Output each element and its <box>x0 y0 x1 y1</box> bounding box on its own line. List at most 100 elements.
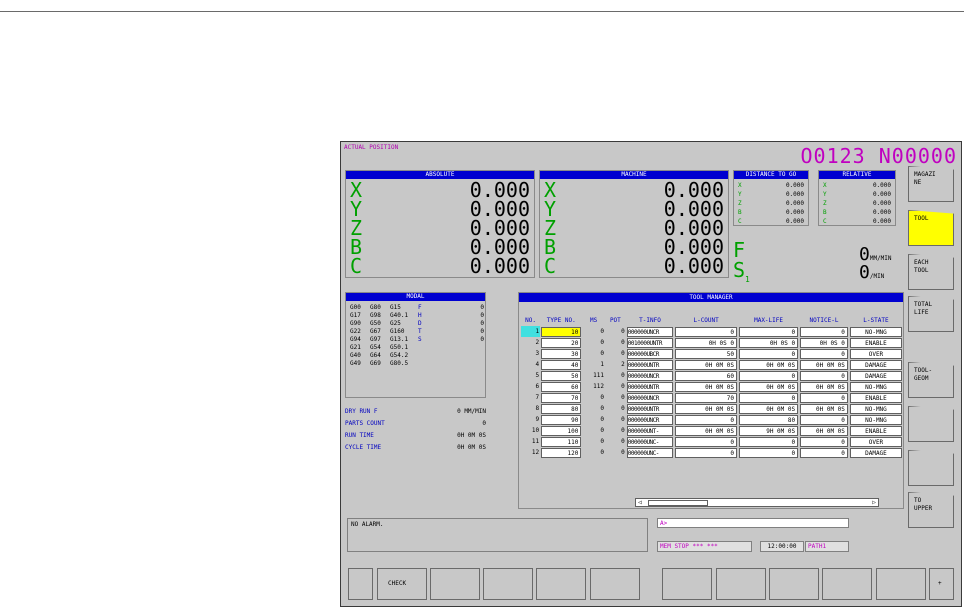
cell-tinfo-field[interactable]: 000000UNC- <box>626 436 674 447</box>
soft-key-check[interactable]: CHECK <box>377 568 427 600</box>
cell-lc-field[interactable]: 0 <box>675 326 737 337</box>
cell-ls-field[interactable]: DAMAGE <box>849 359 902 370</box>
soft-key-blank-8[interactable] <box>769 568 819 600</box>
cell-tinfo-field[interactable]: 000000UNTR <box>626 403 674 414</box>
cell-lc-field[interactable]: 0H 0M 0S <box>675 403 737 414</box>
cell-lc-field[interactable]: 0H 0S 0 <box>675 337 737 348</box>
cell-nl-field[interactable]: 0 <box>800 392 848 403</box>
soft-key-blank-4[interactable] <box>536 568 586 600</box>
soft-key-blank-2[interactable] <box>430 568 480 600</box>
scroll-left-icon[interactable]: ◁ <box>636 499 644 506</box>
cell-ls-field[interactable]: NO-MNG <box>849 326 902 337</box>
cell-nl-field[interactable]: 0 <box>800 436 848 447</box>
cell-tinfo-field[interactable]: 000000UBCR <box>626 348 674 359</box>
cell-nl-field[interactable]: 0 <box>800 370 848 381</box>
cell-ml-field[interactable]: 0 <box>738 326 799 337</box>
soft-key-blank-6[interactable] <box>908 406 954 442</box>
cell-lc-field[interactable]: 0H 0M 0S <box>675 425 737 436</box>
cell-type-field[interactable]: 30 <box>541 348 582 359</box>
cell-ls-field[interactable]: ENABLE <box>849 337 902 348</box>
scroll-right-icon[interactable]: ▷ <box>870 499 878 506</box>
cell-tinfo-field[interactable]: 000000UNTR <box>626 381 674 392</box>
cell-tinfo-field[interactable]: 0010000UNTR <box>626 337 674 348</box>
horizontal-scrollbar[interactable]: ◁ ▷ <box>635 498 879 507</box>
cell-ls-field[interactable]: OVER <box>849 436 902 447</box>
soft-key-blank-6[interactable] <box>662 568 712 600</box>
cell-type-field[interactable]: 60 <box>541 381 582 392</box>
cell-type-field[interactable]: 40 <box>541 359 582 370</box>
cell-ml-field[interactable]: 0 <box>738 348 799 359</box>
cell-tinfo-field[interactable]: 000000UNCR <box>626 326 674 337</box>
cell-nl-field[interactable]: 0H 0M 0S <box>800 403 848 414</box>
soft-key-blank-7[interactable] <box>908 450 954 486</box>
table-row[interactable]: 9 90 0 0 000000UNCR 0 80 0 NO-MNG <box>521 414 903 425</box>
cell-type-field[interactable]: 70 <box>541 392 582 403</box>
table-row[interactable]: 1 10 0 0 000000UNCR 0 0 0 NO-MNG <box>521 326 903 337</box>
cell-tinfo-field[interactable]: 000000UNCR <box>626 370 674 381</box>
cell-ls-field[interactable]: NO-MNG <box>849 414 902 425</box>
cell-tinfo-field[interactable]: 000000UNTR <box>626 359 674 370</box>
cell-ml-field[interactable]: 0 <box>738 447 799 458</box>
cell-ml-field[interactable]: 0H 0M 0S <box>738 403 799 414</box>
soft-key-blank-5[interactable] <box>590 568 640 600</box>
cell-lc-field[interactable]: 0H 0M 0S <box>675 359 737 370</box>
soft-key-tool-geom[interactable]: TOOL- GEOM <box>908 362 954 398</box>
cell-lc-field[interactable]: 0H 0M 0S <box>675 381 737 392</box>
table-row[interactable]: 4 40 1 2 000000UNTR 0H 0M 0S 0H 0M 0S 0H 0M 0S D… <box>521 359 903 370</box>
cell-ml-field[interactable]: 80 <box>738 414 799 425</box>
table-row[interactable]: 2 20 0 0 0010000UNTR 0H 0S 0 0H 0S 0 0H 0S 0 ENA… <box>521 337 903 348</box>
cell-lc-field[interactable]: 0 <box>675 447 737 458</box>
cell-ls-field[interactable]: OVER <box>849 348 902 359</box>
cell-nl-field[interactable]: 0 <box>800 326 848 337</box>
cell-lc-field[interactable]: 0 <box>675 436 737 447</box>
table-row[interactable]: 3 30 0 0 000000UBCR 50 0 0 OVER <box>521 348 903 359</box>
cell-ls-field[interactable]: ENABLE <box>849 392 902 403</box>
cell-nl-field[interactable]: 0H 0M 0S <box>800 381 848 392</box>
cell-type-field[interactable]: 50 <box>541 370 582 381</box>
soft-key-total-life[interactable]: TOTAL LIFE <box>908 296 954 332</box>
cell-tinfo-field[interactable]: 000000UNT- <box>626 425 674 436</box>
cell-ml-field[interactable]: 9H 0M 0S <box>738 425 799 436</box>
cell-tinfo-field[interactable]: 000000UNCR <box>626 414 674 425</box>
table-row[interactable]: 8 80 0 0 000000UNTR 0H 0M 0S 0H 0M 0S 0H 0M 0S N… <box>521 403 903 414</box>
cell-ml-field[interactable]: 0H 0M 0S <box>738 381 799 392</box>
table-row[interactable]: 11 110 0 0 000000UNC- 0 0 0 OVER <box>521 436 903 447</box>
cell-tinfo-field[interactable]: 000000UNC- <box>626 447 674 458</box>
cell-ls-field[interactable]: NO-MNG <box>849 403 902 414</box>
cell-nl-field[interactable]: 0H 0M 0S <box>800 359 848 370</box>
cell-ml-field[interactable]: 0H 0M 0S <box>738 359 799 370</box>
cell-tinfo-field[interactable]: 000000UNCR <box>626 392 674 403</box>
cell-type-field[interactable]: 110 <box>541 436 582 447</box>
soft-key-blank-7[interactable] <box>716 568 766 600</box>
scroll-thumb[interactable] <box>648 500 708 506</box>
table-row[interactable]: 6 60 112 0 000000UNTR 0H 0M 0S 0H 0M 0S 0H 0M 0… <box>521 381 903 392</box>
cell-nl-field[interactable]: 0 <box>800 414 848 425</box>
cell-type-field[interactable]: 80 <box>541 403 582 414</box>
soft-key-blank-9[interactable] <box>822 568 872 600</box>
cell-ls-field[interactable]: DAMAGE <box>849 370 902 381</box>
soft-key-tool[interactable]: TOOL <box>908 210 954 246</box>
table-row[interactable]: 12 120 0 0 000000UNC- 0 0 0 DAMAGE <box>521 447 903 458</box>
cell-ls-field[interactable]: NO-MNG <box>849 381 902 392</box>
table-row[interactable]: 5 50 111 0 000000UNCR 60 0 0 DAMAGE <box>521 370 903 381</box>
cell-lc-field[interactable]: 70 <box>675 392 737 403</box>
table-row[interactable]: 10 100 0 0 000000UNT- 0H 0M 0S 9H 0M 0S 0H 0M 0… <box>521 425 903 436</box>
cell-type-field[interactable]: 90 <box>541 414 582 425</box>
soft-key-more[interactable]: + <box>929 568 954 600</box>
cell-type-field[interactable]: 20 <box>541 337 582 348</box>
cell-ml-field[interactable]: 0 <box>738 436 799 447</box>
cell-type-field[interactable]: 10 <box>541 326 582 337</box>
soft-key-blank-10[interactable] <box>876 568 926 600</box>
cell-nl-field[interactable]: 0 <box>800 447 848 458</box>
cell-type-field[interactable]: 120 <box>541 447 582 458</box>
soft-key-blank-3[interactable] <box>483 568 533 600</box>
soft-key-to-upper[interactable]: TO UPPER <box>908 492 954 528</box>
cell-lc-field[interactable]: 0 <box>675 414 737 425</box>
cell-nl-field[interactable]: 0H 0S 0 <box>800 337 848 348</box>
cell-nl-field[interactable]: 0 <box>800 348 848 359</box>
cell-nl-field[interactable]: 0H 0M 0S <box>800 425 848 436</box>
cell-ml-field[interactable]: 0 <box>738 392 799 403</box>
cell-type-field[interactable]: 100 <box>541 425 582 436</box>
soft-key-each-tool[interactable]: EACH TOOL <box>908 254 954 290</box>
cell-ls-field[interactable]: DAMAGE <box>849 447 902 458</box>
